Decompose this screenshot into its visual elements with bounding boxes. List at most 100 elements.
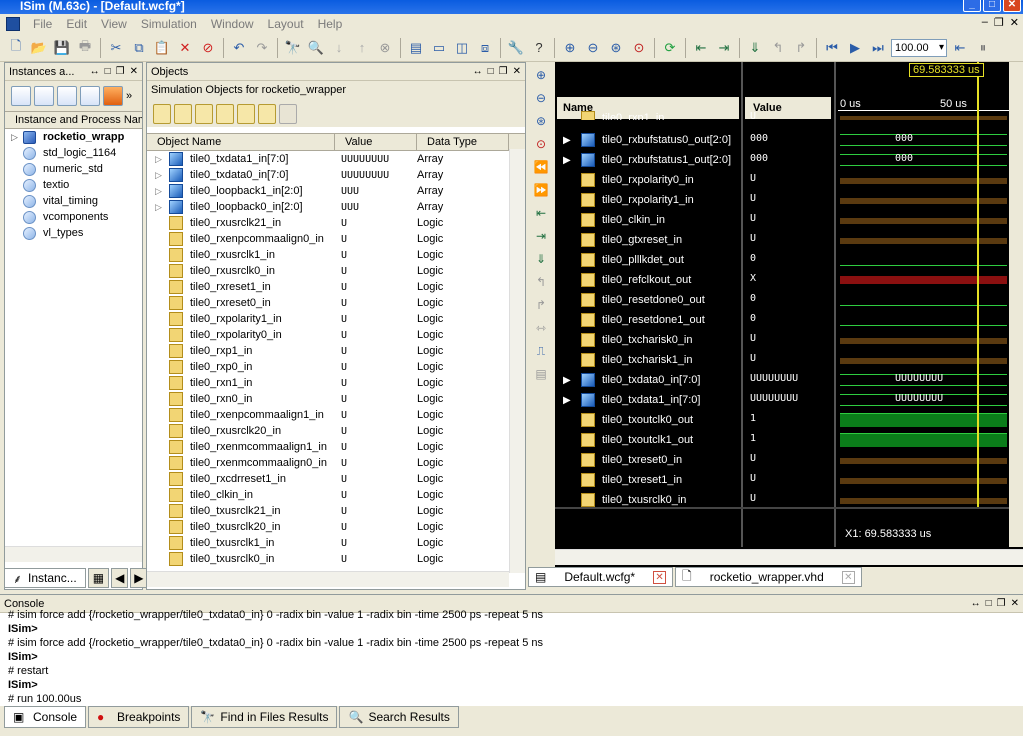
menu-window[interactable]: Window bbox=[204, 17, 261, 31]
delete-icon[interactable]: ✕ bbox=[175, 38, 195, 58]
instances-tool-icon[interactable] bbox=[11, 86, 31, 106]
app-icon[interactable] bbox=[6, 17, 20, 31]
copy-icon[interactable]: ⧉ bbox=[129, 38, 149, 58]
instances-tool-icon[interactable] bbox=[103, 86, 123, 106]
wave-row[interactable]: tile0_refclkout_out X bbox=[555, 270, 1023, 290]
instance-item[interactable]: textio bbox=[5, 177, 142, 193]
wave-row[interactable]: ▶ tile0_rxbufstatus1_out[2:0] 000 000 bbox=[555, 150, 1023, 170]
prev-transition-icon[interactable]: ⇤ bbox=[532, 204, 550, 222]
panel-float-icon[interactable]: ❐ bbox=[116, 66, 125, 77]
object-row[interactable]: tile0_rxreset1_in U Logic bbox=[147, 279, 525, 295]
object-row[interactable]: tile0_rxp0_in U Logic bbox=[147, 359, 525, 375]
object-row[interactable]: tile0_rxenmcommaalign0_in U Logic bbox=[147, 455, 525, 471]
filter-internal-icon[interactable] bbox=[216, 104, 234, 124]
wave-row[interactable]: tile0_txreset0_in U bbox=[555, 450, 1023, 470]
refresh-icon[interactable]: ⟳ bbox=[660, 38, 680, 58]
tab-instances[interactable]: ⸙ Instanc... bbox=[4, 568, 86, 588]
tile-horizontal-icon[interactable]: ▭ bbox=[429, 38, 449, 58]
wave-row[interactable]: tile0_resetdone1_out 0 bbox=[555, 310, 1023, 330]
wave-row[interactable]: tile0_txcharisk0_in U bbox=[555, 330, 1023, 350]
run-icon[interactable]: ▶ bbox=[845, 38, 865, 58]
panel-move-icon[interactable]: ↔ bbox=[473, 66, 483, 77]
object-row[interactable]: tile0_rxpolarity0_in U Logic bbox=[147, 327, 525, 343]
zoom-fit-icon[interactable]: ⊛ bbox=[606, 38, 626, 58]
object-row[interactable]: tile0_rxenpcommaalign0_in U Logic bbox=[147, 231, 525, 247]
object-row[interactable]: tile0_rxusrclk20_in U Logic bbox=[147, 423, 525, 439]
object-row[interactable]: tile0_clkin_in U Logic bbox=[147, 487, 525, 503]
next-transition-icon[interactable]: ⇥ bbox=[532, 227, 550, 245]
menu-help[interactable]: Help bbox=[311, 17, 350, 31]
goto-end-icon[interactable]: ⏩ bbox=[532, 181, 550, 199]
wave-vscroll[interactable] bbox=[1009, 62, 1023, 547]
wave-row[interactable]: tile0_txreset1_in U bbox=[555, 470, 1023, 490]
zoom-full-icon[interactable]: ⊛ bbox=[532, 112, 550, 130]
wave-row[interactable]: tile0_rxpolarity1_in U bbox=[555, 190, 1023, 210]
more-icon[interactable]: » bbox=[126, 90, 132, 102]
menu-simulation[interactable]: Simulation bbox=[134, 17, 204, 31]
undo-icon[interactable]: ↶ bbox=[229, 38, 249, 58]
filter-variables-icon[interactable] bbox=[258, 104, 276, 124]
wave-row[interactable]: tile0_rxpolarity0_in U bbox=[555, 170, 1023, 190]
step-icon[interactable]: ⇓ bbox=[745, 38, 765, 58]
wave-row[interactable]: ▶ tile0_txdata0_in[7:0] UUUUUUUU UUUUUUUU bbox=[555, 370, 1023, 390]
object-row[interactable]: tile0_rxenpcommaalign1_in U Logic bbox=[147, 407, 525, 423]
menu-layout[interactable]: Layout bbox=[261, 17, 311, 31]
object-row[interactable]: ▷ tile0_txdata1_in[7:0] UUUUUUUU Array bbox=[147, 151, 525, 167]
instance-item[interactable]: vcomponents bbox=[5, 209, 142, 225]
column-value[interactable]: Value bbox=[335, 134, 417, 150]
cut-icon[interactable]: ✂ bbox=[106, 38, 126, 58]
wave-row[interactable]: tile0_rxp1_in U bbox=[555, 108, 1023, 120]
find-in-files-icon[interactable]: 🔍 bbox=[306, 38, 326, 58]
minimize-button[interactable]: _ bbox=[963, 0, 981, 12]
instances-tool-icon[interactable] bbox=[34, 86, 54, 106]
arrow-down-icon[interactable]: ↓ bbox=[329, 38, 349, 58]
wave-row[interactable]: tile0_clkin_in U bbox=[555, 210, 1023, 230]
menu-view[interactable]: View bbox=[94, 17, 134, 31]
object-row[interactable]: tile0_rxusrclk1_in U Logic bbox=[147, 247, 525, 263]
object-row[interactable]: tile0_rxreset0_in U Logic bbox=[147, 295, 525, 311]
zoom-cursor-icon[interactable]: ⊙ bbox=[629, 38, 649, 58]
goto-start-icon[interactable]: ⏪ bbox=[532, 158, 550, 176]
instance-item[interactable]: ▷ rocketio_wrapp bbox=[5, 129, 142, 145]
instance-item[interactable]: vl_types bbox=[5, 225, 142, 241]
zoom-out-icon[interactable]: ⊖ bbox=[532, 89, 550, 107]
settings-icon[interactable] bbox=[279, 104, 297, 124]
snap-icon[interactable]: ⎍ bbox=[532, 342, 550, 360]
object-row[interactable]: tile0_txusrclk1_in U Logic bbox=[147, 535, 525, 551]
redo-icon[interactable]: ↷ bbox=[252, 38, 272, 58]
instance-item[interactable]: vital_timing bbox=[5, 193, 142, 209]
object-row[interactable]: tile0_rxcdrreset1_in U Logic bbox=[147, 471, 525, 487]
filter-constants-icon[interactable] bbox=[237, 104, 255, 124]
restart-icon[interactable]: ⇤ bbox=[691, 38, 711, 58]
object-row[interactable]: tile0_rxp1_in U Logic bbox=[147, 343, 525, 359]
mdi-minimize-icon[interactable]: – bbox=[982, 16, 988, 29]
cascade-icon[interactable]: ▤ bbox=[406, 38, 426, 58]
objects-vscroll[interactable] bbox=[509, 149, 525, 573]
time-cursor[interactable] bbox=[977, 62, 979, 507]
tab-search-results[interactable]: 🔍 Search Results bbox=[339, 706, 459, 728]
tab-default-wcfg[interactable]: ▤ Default.wcfg* ✕ bbox=[528, 567, 674, 587]
panel-minimize-icon[interactable]: □ bbox=[488, 66, 494, 77]
panel-minimize-icon[interactable]: □ bbox=[986, 598, 992, 609]
expand-icon[interactable]: ▶ bbox=[563, 155, 577, 166]
wave-row[interactable]: ▶ tile0_rxbufstatus0_out[2:0] 000 000 bbox=[555, 130, 1023, 150]
instances-hscroll[interactable] bbox=[5, 546, 142, 562]
zoom-out-icon[interactable]: ⊖ bbox=[583, 38, 603, 58]
restart-sim-icon[interactable]: ⏮ bbox=[822, 38, 842, 58]
print-icon[interactable]: 🖶 bbox=[75, 38, 95, 58]
instances-column-header[interactable]: Instance and Process Nam bbox=[5, 111, 142, 129]
object-row[interactable]: tile0_txusrclk0_in U Logic bbox=[147, 551, 525, 567]
wave-row[interactable]: tile0_plllkdet_out 0 bbox=[555, 250, 1023, 270]
panel-close-icon[interactable]: ✕ bbox=[1011, 598, 1019, 609]
window-icon[interactable]: ⧈ bbox=[475, 38, 495, 58]
paste-icon[interactable]: 📋 bbox=[152, 38, 172, 58]
column-object-name[interactable]: Object Name bbox=[147, 134, 335, 150]
maximize-button[interactable]: □ bbox=[983, 0, 1001, 12]
wave-row[interactable]: ▶ tile0_txdata1_in[7:0] UUUUUUUU UUUUUUUU bbox=[555, 390, 1023, 410]
object-row[interactable]: tile0_rxenmcommaalign1_in U Logic bbox=[147, 439, 525, 455]
wave-row[interactable]: tile0_txoutclk1_out 1 bbox=[555, 430, 1023, 450]
object-row[interactable]: ▷ tile0_txdata0_in[7:0] UUUUUUUU Array bbox=[147, 167, 525, 183]
new-file-icon[interactable]: 🗋 bbox=[6, 38, 26, 58]
instance-item[interactable]: std_logic_1164 bbox=[5, 145, 142, 161]
break-icon[interactable]: ⏸ bbox=[973, 38, 993, 58]
